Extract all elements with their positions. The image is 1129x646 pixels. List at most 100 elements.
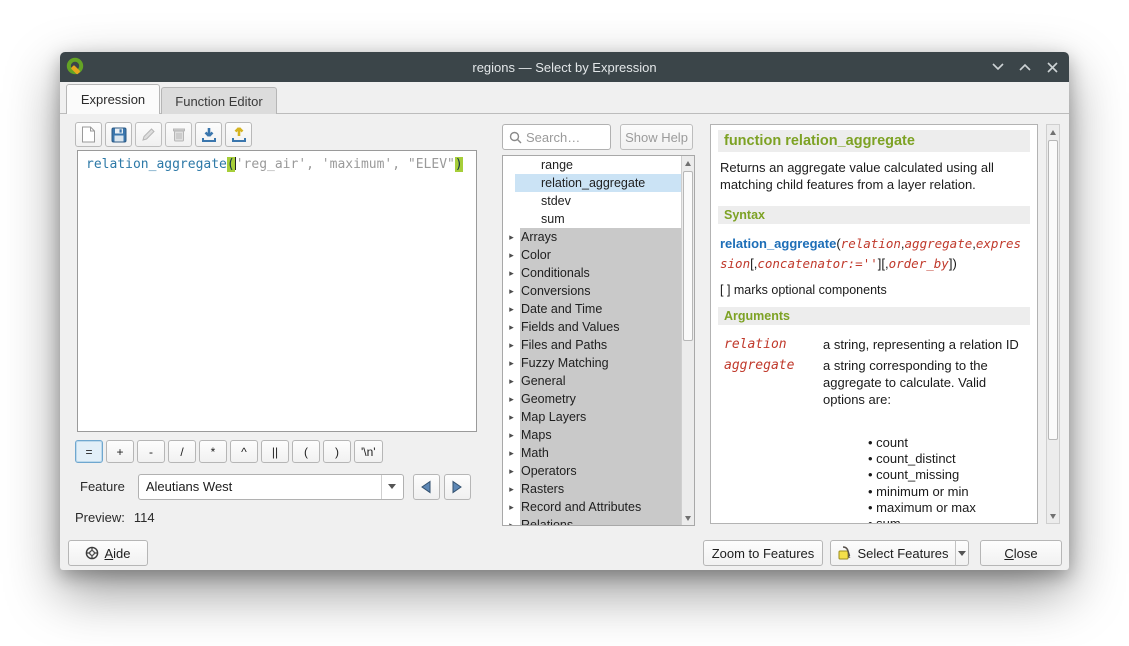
function-category[interactable]: ▸Files and Paths — [503, 336, 681, 354]
expand-arrow-icon[interactable]: ▸ — [503, 358, 520, 369]
titlebar[interactable]: regions — Select by Expression — [60, 52, 1069, 82]
function-category[interactable]: ▸Conditionals — [503, 264, 681, 282]
scroll-down-icon[interactable] — [1047, 509, 1059, 523]
operator-button[interactable]: + — [106, 440, 134, 463]
operator-button[interactable]: = — [75, 440, 103, 463]
function-item[interactable]: stdev — [503, 192, 681, 210]
expand-arrow-icon[interactable]: ▸ — [503, 376, 520, 387]
expand-arrow-icon[interactable]: ▸ — [503, 268, 520, 279]
arguments-header: Arguments — [718, 307, 1030, 325]
function-category[interactable]: ▸Fields and Values — [503, 318, 681, 336]
expand-arrow-icon[interactable]: ▸ — [503, 340, 520, 351]
search-input[interactable] — [526, 130, 596, 145]
help-scrollbar[interactable] — [1046, 124, 1060, 524]
operator-button[interactable]: * — [199, 440, 227, 463]
previous-feature-icon[interactable] — [413, 474, 440, 500]
zoom-to-features-button[interactable]: Zoom to Features — [703, 540, 823, 566]
edit-expression-icon — [135, 122, 162, 147]
argument-row: relationa string, representing a relatio… — [718, 337, 1030, 354]
scroll-down-icon[interactable] — [682, 511, 694, 525]
function-list-scrollbar[interactable] — [681, 156, 694, 525]
expand-arrow-icon[interactable]: ▸ — [503, 286, 520, 297]
select-by-expression-dialog: regions — Select by Expression Expressio… — [60, 52, 1069, 570]
tab-expression[interactable]: Expression — [66, 84, 160, 114]
maximize-icon[interactable] — [1018, 60, 1032, 74]
syntax-token: ]) — [949, 256, 957, 271]
expand-arrow-icon[interactable]: ▸ — [503, 232, 520, 243]
expand-arrow-icon[interactable]: ▸ — [503, 430, 520, 441]
function-item[interactable]: relation_aggregate — [503, 174, 681, 192]
feature-value: Aleutians West — [139, 479, 232, 494]
syntax-token: relation — [841, 236, 901, 251]
scroll-up-icon[interactable] — [1047, 125, 1059, 139]
import-expression-icon[interactable] — [195, 122, 222, 147]
function-category[interactable]: ▸Conversions — [503, 282, 681, 300]
operator-button[interactable]: / — [168, 440, 196, 463]
new-expression-icon[interactable] — [75, 122, 102, 147]
function-category[interactable]: ▸Maps — [503, 426, 681, 444]
feature-dropdown-arrow-icon[interactable] — [381, 475, 403, 499]
function-category[interactable]: ▸Rasters — [503, 480, 681, 498]
page-background: regions — Select by Expression Expressio… — [0, 0, 1129, 646]
aggregate-option: count_missing — [868, 467, 1030, 483]
show-help-button[interactable]: Show Help — [620, 124, 693, 150]
search-box[interactable] — [502, 124, 611, 150]
function-category[interactable]: ▸Geometry — [503, 390, 681, 408]
function-category[interactable]: ▸Arrays — [503, 228, 681, 246]
function-category[interactable]: ▸General — [503, 372, 681, 390]
expand-arrow-icon[interactable]: ▸ — [503, 322, 520, 333]
preview-value: 114 — [134, 510, 155, 525]
expression-editor[interactable]: relation_aggregate('reg_air', 'maximum',… — [77, 150, 477, 432]
function-item[interactable]: range — [503, 156, 681, 174]
syntax-token: ][, — [878, 256, 889, 271]
feature-combobox[interactable]: Aleutians West — [138, 474, 404, 500]
window-title: regions — Select by Expression — [60, 60, 1069, 75]
operator-button[interactable]: - — [137, 440, 165, 463]
expand-arrow-icon[interactable]: ▸ — [503, 502, 520, 513]
function-category[interactable]: ▸Color — [503, 246, 681, 264]
function-item[interactable]: sum — [503, 210, 681, 228]
operator-button[interactable]: ^ — [230, 440, 258, 463]
operator-button[interactable]: ( — [292, 440, 320, 463]
save-expression-icon[interactable] — [105, 122, 132, 147]
syntax-token: order_by — [889, 256, 949, 271]
scrollbar-thumb[interactable] — [683, 171, 693, 341]
operator-button[interactable]: ) — [323, 440, 351, 463]
close-icon[interactable] — [1045, 60, 1059, 74]
expand-arrow-icon[interactable]: ▸ — [503, 304, 520, 315]
tab-function-editor[interactable]: Function Editor — [161, 87, 277, 114]
function-category[interactable]: ▸Date and Time — [503, 300, 681, 318]
select-features-button[interactable]: Select Features — [830, 540, 956, 566]
expand-arrow-icon[interactable]: ▸ — [503, 394, 520, 405]
expression-toolbar — [75, 122, 252, 147]
next-feature-icon[interactable] — [444, 474, 471, 500]
expand-arrow-icon[interactable]: ▸ — [503, 448, 520, 459]
expand-arrow-icon[interactable]: ▸ — [503, 466, 520, 477]
operator-button[interactable]: || — [261, 440, 289, 463]
feature-label: Feature — [80, 479, 125, 494]
function-category[interactable]: ▸Math — [503, 444, 681, 462]
scroll-up-icon[interactable] — [682, 156, 694, 170]
function-category[interactable]: ▸Map Layers — [503, 408, 681, 426]
function-category[interactable]: ▸Record and Attributes — [503, 498, 681, 516]
tab-bar: Expression Function Editor — [60, 84, 1069, 114]
function-category[interactable]: ▸Fuzzy Matching — [503, 354, 681, 372]
close-button[interactable]: Close — [980, 540, 1062, 566]
scrollbar-thumb[interactable] — [1048, 140, 1058, 440]
help-button[interactable]: Aide — [68, 540, 148, 566]
function-category[interactable]: ▸Relations — [503, 516, 681, 526]
expand-arrow-icon[interactable]: ▸ — [503, 250, 520, 261]
select-features-dropdown-icon[interactable] — [955, 540, 969, 566]
expand-arrow-icon[interactable]: ▸ — [503, 412, 520, 423]
help-icon — [85, 546, 99, 560]
export-expression-icon[interactable] — [225, 122, 252, 147]
shade-icon[interactable] — [991, 60, 1005, 74]
expand-arrow-icon[interactable]: ▸ — [503, 484, 520, 495]
aggregate-option: sum — [868, 516, 1030, 524]
preview-row: Preview:114 — [75, 510, 155, 525]
expand-arrow-icon[interactable]: ▸ — [503, 520, 520, 527]
function-category[interactable]: ▸Operators — [503, 462, 681, 480]
operator-button[interactable]: '\n' — [354, 440, 383, 463]
syntax-token: aggregate — [905, 236, 973, 251]
arguments-table: relationa string, representing a relatio… — [718, 337, 1030, 409]
